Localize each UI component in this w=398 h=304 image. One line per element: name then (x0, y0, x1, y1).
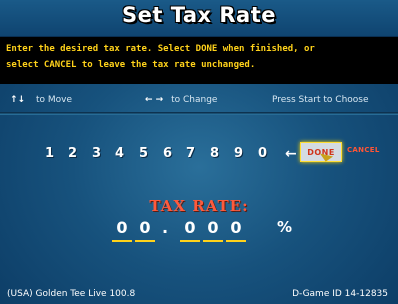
start-hint: Press Start to Choose (272, 95, 369, 105)
instruction-line-2: select CANCEL to leave the tax rate unch… (6, 60, 256, 70)
tax-digit-2[interactable]: 0 (135, 218, 155, 242)
key-2[interactable]: 2 (68, 146, 77, 161)
key-3[interactable]: 3 (92, 146, 101, 161)
control-hints: ↑↓ to Move ← → to Change Press Start to … (0, 92, 398, 110)
move-hint-label: to Move (35, 95, 72, 105)
divider (0, 112, 398, 115)
key-1[interactable]: 1 (45, 146, 54, 161)
tax-digit-4[interactable]: 0 (203, 218, 223, 242)
cancel-button[interactable]: CANCEL (347, 146, 380, 154)
key-7[interactable]: 7 (186, 146, 195, 161)
percent-sign: % (277, 218, 293, 236)
key-9[interactable]: 9 (234, 146, 243, 161)
game-version: (USA) Golden Tee Live 100.8 (7, 289, 136, 299)
up-down-arrow-icon: ↑↓ (10, 95, 26, 105)
keypad: 1 2 3 4 5 6 7 8 9 0 ← DONE CANCEL (0, 142, 398, 166)
key-0[interactable]: 0 (258, 146, 267, 161)
tax-rate-screen: Set Tax Rate Enter the desired tax rate.… (0, 0, 398, 304)
move-hint: ↑↓ to Move (10, 95, 72, 105)
tax-rate-value: 0 0 . 0 0 0 % (0, 218, 398, 246)
decimal-point: . (162, 218, 169, 237)
tax-digit-5[interactable]: 0 (226, 218, 246, 242)
tax-digit-3[interactable]: 0 (180, 218, 200, 242)
game-id: D-Game ID 14-12835 (292, 289, 388, 299)
page-title: Set Tax Rate (122, 3, 276, 27)
backspace-arrow-icon[interactable]: ← (285, 146, 297, 162)
change-hint: ← → to Change (145, 95, 217, 105)
key-5[interactable]: 5 (139, 146, 148, 161)
change-hint-label: to Change (171, 95, 218, 105)
key-4[interactable]: 4 (115, 146, 124, 161)
instructions-panel: Enter the desired tax rate. Select DONE … (0, 37, 398, 84)
tax-digit-1[interactable]: 0 (112, 218, 132, 242)
tax-rate-label: TAX RATE: (149, 197, 249, 215)
title-bar: Set Tax Rate (0, 0, 398, 38)
key-8[interactable]: 8 (210, 146, 219, 161)
instruction-line-1: Enter the desired tax rate. Select DONE … (6, 44, 315, 54)
left-right-arrow-icon: ← → (145, 95, 164, 105)
footer: (USA) Golden Tee Live 100.8 D-Game ID 14… (0, 287, 398, 303)
key-6[interactable]: 6 (163, 146, 172, 161)
